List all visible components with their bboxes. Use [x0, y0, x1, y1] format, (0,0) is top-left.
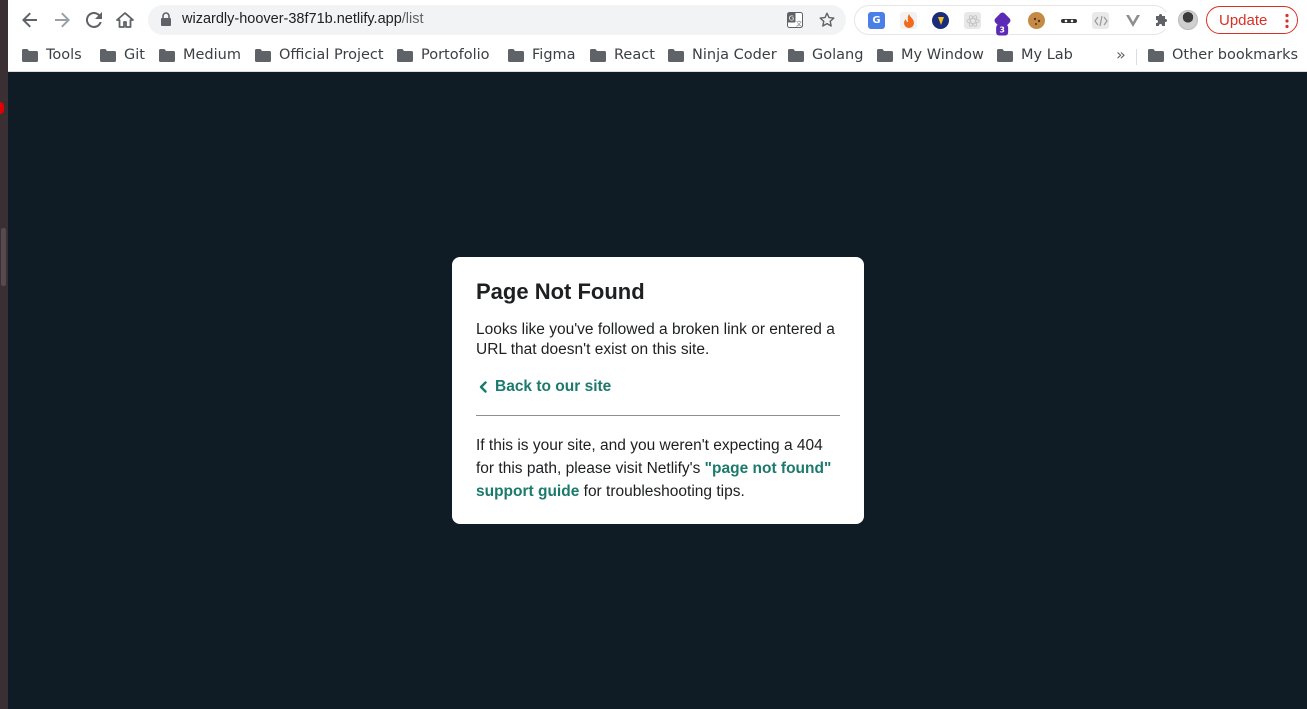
bookmark-label: Git: [124, 47, 145, 63]
home-button[interactable]: [113, 8, 137, 32]
forward-button[interactable]: [50, 8, 74, 32]
reload-icon: [86, 12, 102, 28]
svg-text:G: G: [789, 15, 794, 23]
translate-extension-icon[interactable]: G: [868, 12, 885, 29]
fire-extension-icon[interactable]: [900, 12, 917, 29]
bookmark-label: Portofolio: [421, 47, 490, 63]
bookmark-label: My Lab: [1021, 47, 1073, 63]
bookmark-label: Other bookmarks: [1172, 47, 1299, 63]
back-arrow-icon: [22, 12, 37, 28]
update-button[interactable]: Update: [1206, 6, 1298, 34]
bookmark-label: Tools: [46, 47, 82, 63]
bookmark-folder-golang[interactable]: Golang: [788, 44, 863, 66]
url-text[interactable]: wizardly-hoover-38f71b.netlify.app/list: [182, 11, 424, 27]
incognito-extension-icon[interactable]: [1060, 12, 1077, 29]
browser-toolbar: wizardly-hoover-38f71b.netlify.app/list …: [8, 0, 1307, 40]
folder-icon: [100, 48, 116, 62]
bookmark-label: Ninja Coder: [692, 47, 777, 63]
browser-chrome: wizardly-hoover-38f71b.netlify.app/list …: [8, 0, 1307, 72]
bookmark-folder-official-project[interactable]: Official Project: [255, 44, 384, 66]
help-text-suffix: for troubleshooting tips.: [579, 483, 745, 500]
bookmark-folder-medium[interactable]: Medium: [159, 44, 241, 66]
react-devtools-icon[interactable]: [964, 12, 981, 29]
bookmark-label: My Window: [901, 47, 984, 63]
bookmark-folder-ninja-coder[interactable]: Ninja Coder: [668, 44, 777, 66]
bookmark-folder-other[interactable]: Other bookmarks: [1148, 44, 1298, 66]
vue-devtools-icon[interactable]: [1124, 12, 1141, 29]
home-icon: [116, 12, 134, 28]
code-extension-icon[interactable]: [1092, 12, 1109, 29]
bookmark-folder-react[interactable]: React: [590, 44, 655, 66]
folder-icon: [668, 48, 684, 62]
page-content: Page Not Found Looks like you've followe…: [8, 72, 1307, 709]
bookmark-label: Official Project: [279, 47, 384, 63]
folder-icon: [159, 48, 175, 62]
url-path: /list: [401, 11, 424, 27]
bookmarks-bar: Tools Git Medium Official Project Portof…: [8, 40, 1307, 72]
folder-icon: [1148, 48, 1164, 62]
chevron-left-icon: [479, 381, 487, 393]
wallet-extension-icon[interactable]: [932, 12, 949, 29]
bookmarks-overflow-button[interactable]: »: [1116, 45, 1126, 64]
page-title: Page Not Found: [476, 279, 645, 304]
folder-icon: [590, 48, 606, 62]
folder-icon: [508, 48, 524, 62]
back-to-site-link[interactable]: Back to our site: [476, 377, 840, 397]
bookmark-folder-my-lab[interactable]: My Lab: [997, 44, 1073, 66]
svg-text:文: 文: [796, 20, 802, 28]
not-found-card: Page Not Found Looks like you've followe…: [452, 257, 864, 524]
folder-icon: [877, 48, 893, 62]
folder-icon: [788, 48, 804, 62]
notification-dot: [0, 102, 4, 114]
bookmark-folder-figma[interactable]: Figma: [508, 44, 576, 66]
bookmark-label: Golang: [812, 47, 864, 63]
folder-icon: [397, 48, 413, 62]
extension-tray: G 3: [854, 5, 1169, 36]
error-message: Looks like you've followed a broken link…: [476, 321, 835, 358]
cookie-extension-icon[interactable]: [1028, 12, 1045, 29]
graphql-extension-icon[interactable]: 3: [993, 11, 1012, 36]
reload-button[interactable]: [82, 8, 106, 32]
folder-icon: [22, 48, 38, 62]
bookmarks-divider: [1136, 49, 1137, 65]
back-link-label: Back to our site: [495, 378, 612, 395]
lock-icon: [160, 12, 172, 31]
bookmark-label: Figma: [532, 47, 576, 63]
update-label: Update: [1219, 11, 1268, 29]
star-icon[interactable]: [818, 11, 836, 29]
divider: [476, 415, 840, 416]
folder-icon: [997, 48, 1013, 62]
help-text: If this is your site, and you weren't ex…: [476, 434, 840, 503]
address-bar[interactable]: wizardly-hoover-38f71b.netlify.app/list …: [148, 5, 846, 35]
bookmark-label: Medium: [183, 47, 241, 63]
bookmark-folder-tools[interactable]: Tools: [22, 44, 82, 66]
folder-icon: [255, 48, 271, 62]
kebab-menu-icon: [1285, 13, 1289, 29]
desktop-edge: [0, 0, 8, 709]
bookmark-label: React: [614, 47, 655, 63]
window-grip: [1, 228, 6, 286]
bookmark-folder-my-window[interactable]: My Window: [877, 44, 984, 66]
forward-arrow-icon: [55, 12, 70, 28]
extension-badge: 3: [996, 24, 1009, 36]
url-host: wizardly-hoover-38f71b.netlify.app: [182, 11, 402, 27]
back-button[interactable]: [18, 8, 42, 32]
translate-icon[interactable]: G 文: [786, 11, 804, 29]
profile-avatar[interactable]: [1178, 10, 1198, 30]
puzzle-icon[interactable]: [1152, 12, 1169, 29]
bookmark-folder-portofolio[interactable]: Portofolio: [397, 44, 490, 66]
bookmark-folder-git[interactable]: Git: [100, 44, 145, 66]
